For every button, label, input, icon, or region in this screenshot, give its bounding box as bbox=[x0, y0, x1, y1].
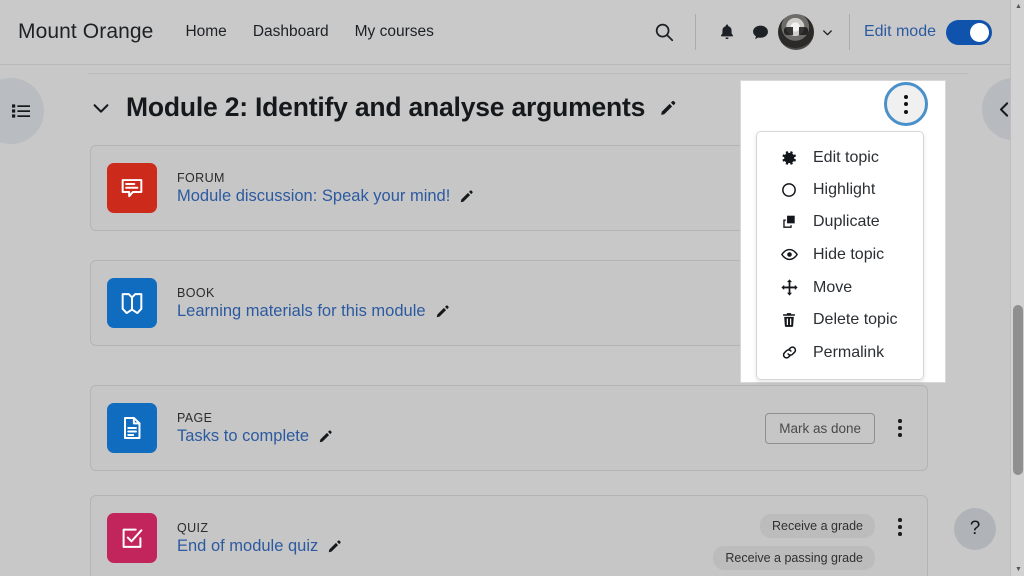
toggle-knob bbox=[970, 23, 989, 42]
pencil-icon[interactable] bbox=[327, 538, 343, 554]
duplicate-icon bbox=[779, 213, 799, 231]
course-page: Mount Orange Home Dashboard My courses bbox=[0, 0, 1024, 576]
completion-badges: Receive a grade Receive a passing grade bbox=[713, 514, 875, 570]
menu-item-label: Edit topic bbox=[813, 149, 879, 167]
link-icon bbox=[779, 343, 799, 362]
book-icon bbox=[107, 278, 157, 328]
pencil-icon[interactable] bbox=[435, 303, 451, 319]
menu-item-highlight[interactable]: Highlight bbox=[757, 174, 923, 206]
menu-item-edit-topic[interactable]: Edit topic bbox=[757, 142, 923, 174]
edit-mode-label: Edit mode bbox=[864, 23, 936, 41]
primary-navigation: Home Dashboard My courses bbox=[185, 23, 433, 41]
list-icon bbox=[9, 99, 33, 123]
chevron-down-icon[interactable] bbox=[820, 25, 835, 40]
activity-link[interactable]: Learning materials for this module bbox=[177, 302, 426, 321]
scrollbar-thumb[interactable] bbox=[1013, 305, 1023, 475]
activity-type: PAGE bbox=[177, 411, 334, 425]
menu-item-duplicate[interactable]: Duplicate bbox=[757, 206, 923, 238]
status-badge: Receive a passing grade bbox=[713, 546, 875, 570]
gear-icon bbox=[779, 149, 799, 167]
nav-item-home[interactable]: Home bbox=[185, 23, 226, 41]
activity-info: BOOK Learning materials for this module bbox=[177, 286, 451, 321]
search-icon[interactable] bbox=[647, 15, 681, 49]
menu-item-label: Move bbox=[813, 279, 852, 297]
trash-icon bbox=[779, 311, 799, 329]
chevron-down-icon[interactable] bbox=[90, 97, 112, 119]
activity-actions: Receive a grade Receive a passing grade bbox=[713, 506, 911, 570]
activity-link[interactable]: End of module quiz bbox=[177, 537, 318, 556]
activity-menu-button[interactable] bbox=[889, 419, 911, 437]
page-icon bbox=[107, 403, 157, 453]
activity-type: QUIZ bbox=[177, 521, 343, 535]
mark-as-done-button[interactable]: Mark as done bbox=[765, 413, 875, 444]
section-action-menu: Edit topic Highlight Duplicate bbox=[756, 131, 924, 380]
message-icon[interactable] bbox=[744, 15, 778, 49]
menu-item-delete-topic[interactable]: Delete topic bbox=[757, 304, 923, 336]
menu-item-hide-topic[interactable]: Hide topic bbox=[757, 238, 923, 271]
activity-title-row: Tasks to complete bbox=[177, 427, 334, 446]
activity-type: FORUM bbox=[177, 171, 475, 185]
menu-item-label: Duplicate bbox=[813, 213, 880, 231]
scroll-down-arrow[interactable]: ▼ bbox=[1015, 566, 1022, 573]
menu-item-label: Permalink bbox=[813, 344, 884, 362]
edit-mode-toggle[interactable] bbox=[946, 20, 992, 45]
top-navbar: Mount Orange Home Dashboard My courses bbox=[0, 0, 1010, 65]
activity-info: FORUM Module discussion: Speak your mind… bbox=[177, 171, 475, 206]
divider bbox=[695, 14, 696, 50]
activity-title-row: Module discussion: Speak your mind! bbox=[177, 187, 475, 206]
activity-link[interactable]: Module discussion: Speak your mind! bbox=[177, 187, 450, 206]
page-title: Module 2: Identify and analyse arguments bbox=[126, 92, 645, 123]
activity-title-row: End of module quiz bbox=[177, 537, 343, 556]
activity-card-page[interactable]: PAGE Tasks to complete Mark as done bbox=[90, 385, 928, 471]
menu-item-label: Delete topic bbox=[813, 311, 898, 329]
pencil-icon[interactable] bbox=[459, 188, 475, 204]
pencil-icon[interactable] bbox=[659, 98, 678, 117]
activity-title-row: Learning materials for this module bbox=[177, 302, 451, 321]
menu-item-move[interactable]: Move bbox=[757, 271, 923, 304]
activity-menu-button[interactable] bbox=[889, 518, 911, 536]
divider bbox=[88, 73, 968, 74]
page-scrollbar[interactable]: ▲ ▼ bbox=[1010, 0, 1024, 576]
nav-item-my-courses[interactable]: My courses bbox=[355, 23, 434, 41]
menu-item-permalink[interactable]: Permalink bbox=[757, 336, 923, 369]
kebab-menu-icon[interactable] bbox=[884, 82, 928, 126]
avatar[interactable] bbox=[778, 14, 814, 50]
activity-card-quiz[interactable]: QUIZ End of module quiz Receive a grade … bbox=[90, 495, 928, 576]
activity-actions: Mark as done bbox=[765, 413, 911, 444]
menu-item-label: Hide topic bbox=[813, 246, 884, 264]
activity-info: PAGE Tasks to complete bbox=[177, 411, 334, 446]
bell-icon[interactable] bbox=[710, 15, 744, 49]
menu-item-label: Highlight bbox=[813, 181, 875, 199]
forum-icon bbox=[107, 163, 157, 213]
quiz-icon bbox=[107, 513, 157, 563]
navbar-right-tools: Edit mode bbox=[647, 0, 1010, 64]
status-badge: Receive a grade bbox=[760, 514, 875, 538]
circle-icon bbox=[779, 181, 799, 199]
scroll-up-arrow[interactable]: ▲ bbox=[1015, 3, 1022, 10]
activity-info: QUIZ End of module quiz bbox=[177, 521, 343, 556]
section-header: Module 2: Identify and analyse arguments bbox=[90, 92, 678, 123]
edit-mode-control: Edit mode bbox=[864, 20, 992, 45]
activity-type: BOOK bbox=[177, 286, 451, 300]
pencil-icon[interactable] bbox=[318, 428, 334, 444]
site-brand[interactable]: Mount Orange bbox=[18, 20, 153, 44]
activity-link[interactable]: Tasks to complete bbox=[177, 427, 309, 446]
eye-icon bbox=[779, 245, 799, 264]
nav-item-dashboard[interactable]: Dashboard bbox=[253, 23, 329, 41]
help-button[interactable]: ? bbox=[954, 508, 996, 550]
divider bbox=[849, 14, 850, 50]
move-icon bbox=[779, 278, 799, 297]
